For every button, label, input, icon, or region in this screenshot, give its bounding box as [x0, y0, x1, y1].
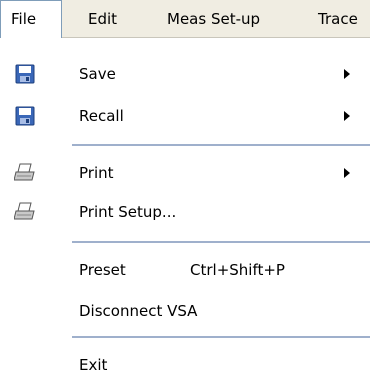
save-icon — [14, 106, 36, 126]
menu-item-exit[interactable]: Exit — [0, 345, 370, 385]
submenu-arrow-icon — [344, 69, 350, 79]
menu-file[interactable]: File — [0, 0, 62, 38]
menu-edit[interactable]: Edit — [88, 0, 117, 38]
menu-item-shortcut: Ctrl+Shift+P — [190, 261, 285, 279]
menu-bar: File Edit Meas Set-up Trace — [0, 0, 370, 38]
menu-item-print-setup[interactable]: Print Setup... — [0, 192, 370, 232]
submenu-arrow-icon — [344, 111, 350, 121]
submenu-arrow-icon — [344, 168, 350, 178]
menu-item-save[interactable]: Save — [0, 54, 370, 94]
save-icon — [14, 64, 36, 84]
menu-item-label: Print Setup... — [79, 203, 177, 221]
menu-item-label: Preset — [79, 261, 126, 279]
menu-separator — [72, 241, 370, 243]
menu-trace[interactable]: Trace — [318, 0, 358, 38]
menu-meas-setup[interactable]: Meas Set-up — [167, 0, 260, 38]
file-menu-dropdown: Save Recall Print Print Setup... Preset … — [0, 38, 370, 390]
printer-icon — [13, 163, 36, 183]
menu-separator — [72, 144, 370, 146]
menu-item-print[interactable]: Print — [0, 153, 370, 193]
menu-item-disconnect-vsa[interactable]: Disconnect VSA — [0, 291, 370, 331]
menu-separator — [72, 336, 370, 338]
menu-item-recall[interactable]: Recall — [0, 96, 370, 136]
menu-item-preset[interactable]: Preset Ctrl+Shift+P — [0, 250, 370, 290]
menu-item-label: Disconnect VSA — [79, 302, 198, 320]
printer-icon — [13, 202, 36, 222]
menu-item-label: Recall — [79, 107, 124, 125]
menu-item-label: Save — [79, 65, 116, 83]
menu-item-label: Exit — [79, 356, 108, 374]
menu-item-label: Print — [79, 164, 114, 182]
